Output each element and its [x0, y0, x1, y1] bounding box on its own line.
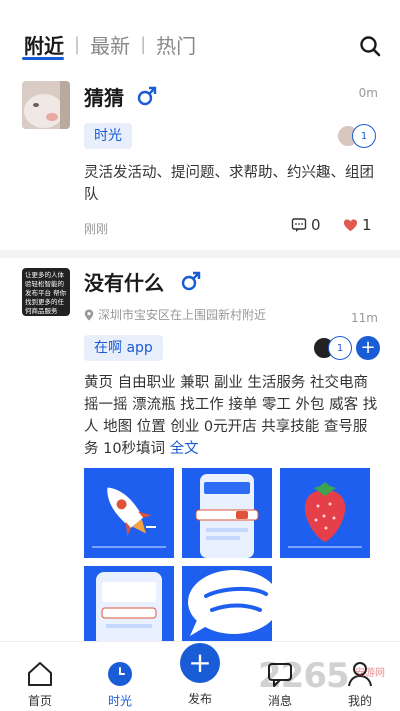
tab-separator: |	[74, 34, 81, 55]
active-tab-indicator	[22, 57, 64, 60]
phone-screen-icon	[182, 468, 272, 558]
nav-moments-label: 时光	[107, 694, 132, 708]
post-timestamp: 刚刚	[84, 222, 109, 236]
watermark-logo: 2265	[258, 656, 350, 696]
post-time-ago: 11m	[351, 311, 378, 325]
comment-button[interactable]: 0	[291, 216, 321, 234]
post-image-rocket[interactable]	[84, 468, 174, 558]
tab-hot[interactable]: 热门	[154, 30, 198, 59]
watermark-site: 安游网	[355, 668, 385, 679]
like-count: 1	[362, 216, 372, 234]
post-image-app-form[interactable]	[84, 566, 174, 641]
nav-home-label: 首页	[27, 694, 52, 708]
strawberry-icon	[280, 468, 370, 558]
plus-icon: +	[188, 646, 212, 679]
clock-icon	[108, 662, 132, 686]
avatar[interactable]: 让更多的人体验轻松智能的发布平台 帮你找到更多的任何商品服务	[22, 268, 70, 316]
expand-full-text-link[interactable]: 全文	[170, 441, 199, 457]
tab-nearby[interactable]: 附近	[22, 30, 66, 59]
male-icon	[181, 271, 201, 291]
phone-form-icon	[84, 566, 174, 641]
home-icon	[28, 662, 52, 686]
username[interactable]: 没有什么	[84, 267, 164, 296]
top-tab-bar: 附近 | 最新 | 热门	[0, 0, 400, 68]
post-card[interactable]: 让更多的人体验轻松智能的发布平台 帮你找到更多的任何商品服务 没有什么 深圳市宝…	[0, 258, 400, 641]
speech-bubble-logo-icon	[182, 566, 272, 641]
post-image-logo[interactable]	[182, 566, 272, 641]
location-pin-icon	[84, 309, 94, 320]
participant-count: 1	[328, 336, 352, 360]
username[interactable]: 猜猜	[84, 82, 124, 111]
channel-tag[interactable]: 在啊 app	[84, 335, 163, 361]
nav-moments[interactable]: 时光	[90, 642, 150, 711]
post-content[interactable]: 黄页 自由职业 兼职 副业 生活服务 社交电商 摇一摇 漂流瓶 找工作 接单 零…	[84, 372, 380, 460]
tab-separator: |	[140, 34, 147, 55]
participants[interactable]: 1 +	[312, 336, 380, 360]
post-image-strawberry[interactable]	[280, 468, 370, 558]
rocket-icon	[84, 468, 174, 558]
comment-count: 0	[311, 216, 321, 234]
avatar-photo	[22, 81, 70, 129]
male-icon	[137, 86, 157, 106]
post-text: 黄页 自由职业 兼职 副业 生活服务 社交电商 摇一摇 漂流瓶 找工作 接单 零…	[84, 375, 378, 457]
heart-icon	[343, 218, 358, 231]
like-button[interactable]: 1	[343, 216, 372, 234]
comment-icon	[291, 218, 307, 232]
nav-publish-label: 发布	[187, 692, 212, 706]
post-content[interactable]: 灵活发活动、提问题、求帮助、约兴趣、组团队	[84, 162, 380, 206]
post-divider	[0, 250, 400, 258]
search-icon	[360, 36, 381, 57]
publish-button[interactable]: +	[180, 643, 220, 683]
channel-tag[interactable]: 时光	[84, 123, 132, 149]
participant-count: 1	[352, 124, 376, 148]
participants[interactable]: 1	[336, 124, 376, 148]
location-text: 深圳市宝安区在上围园新村附近	[98, 308, 267, 322]
nav-home[interactable]: 首页	[10, 642, 70, 711]
post-image-app-screen[interactable]	[182, 468, 272, 558]
search-button[interactable]	[358, 34, 382, 58]
post-time-ago: 0m	[358, 86, 378, 100]
post-card[interactable]: 猜猜 0m 时光 1 灵活发活动、提问题、求帮助、约兴趣、组团队 刚刚 0 1	[0, 68, 400, 248]
tab-latest[interactable]: 最新	[88, 30, 132, 59]
join-button[interactable]: +	[356, 336, 380, 360]
avatar[interactable]	[22, 81, 70, 129]
feed-tabs: 附近 | 最新 | 热门	[22, 30, 198, 59]
avatar-promo-text: 让更多的人体验轻松智能的发布平台 帮你找到更多的任何商品服务	[25, 271, 67, 315]
post-location[interactable]: 深圳市宝安区在上围园新村附近	[84, 306, 266, 323]
nav-profile-label: 我的	[347, 694, 372, 708]
